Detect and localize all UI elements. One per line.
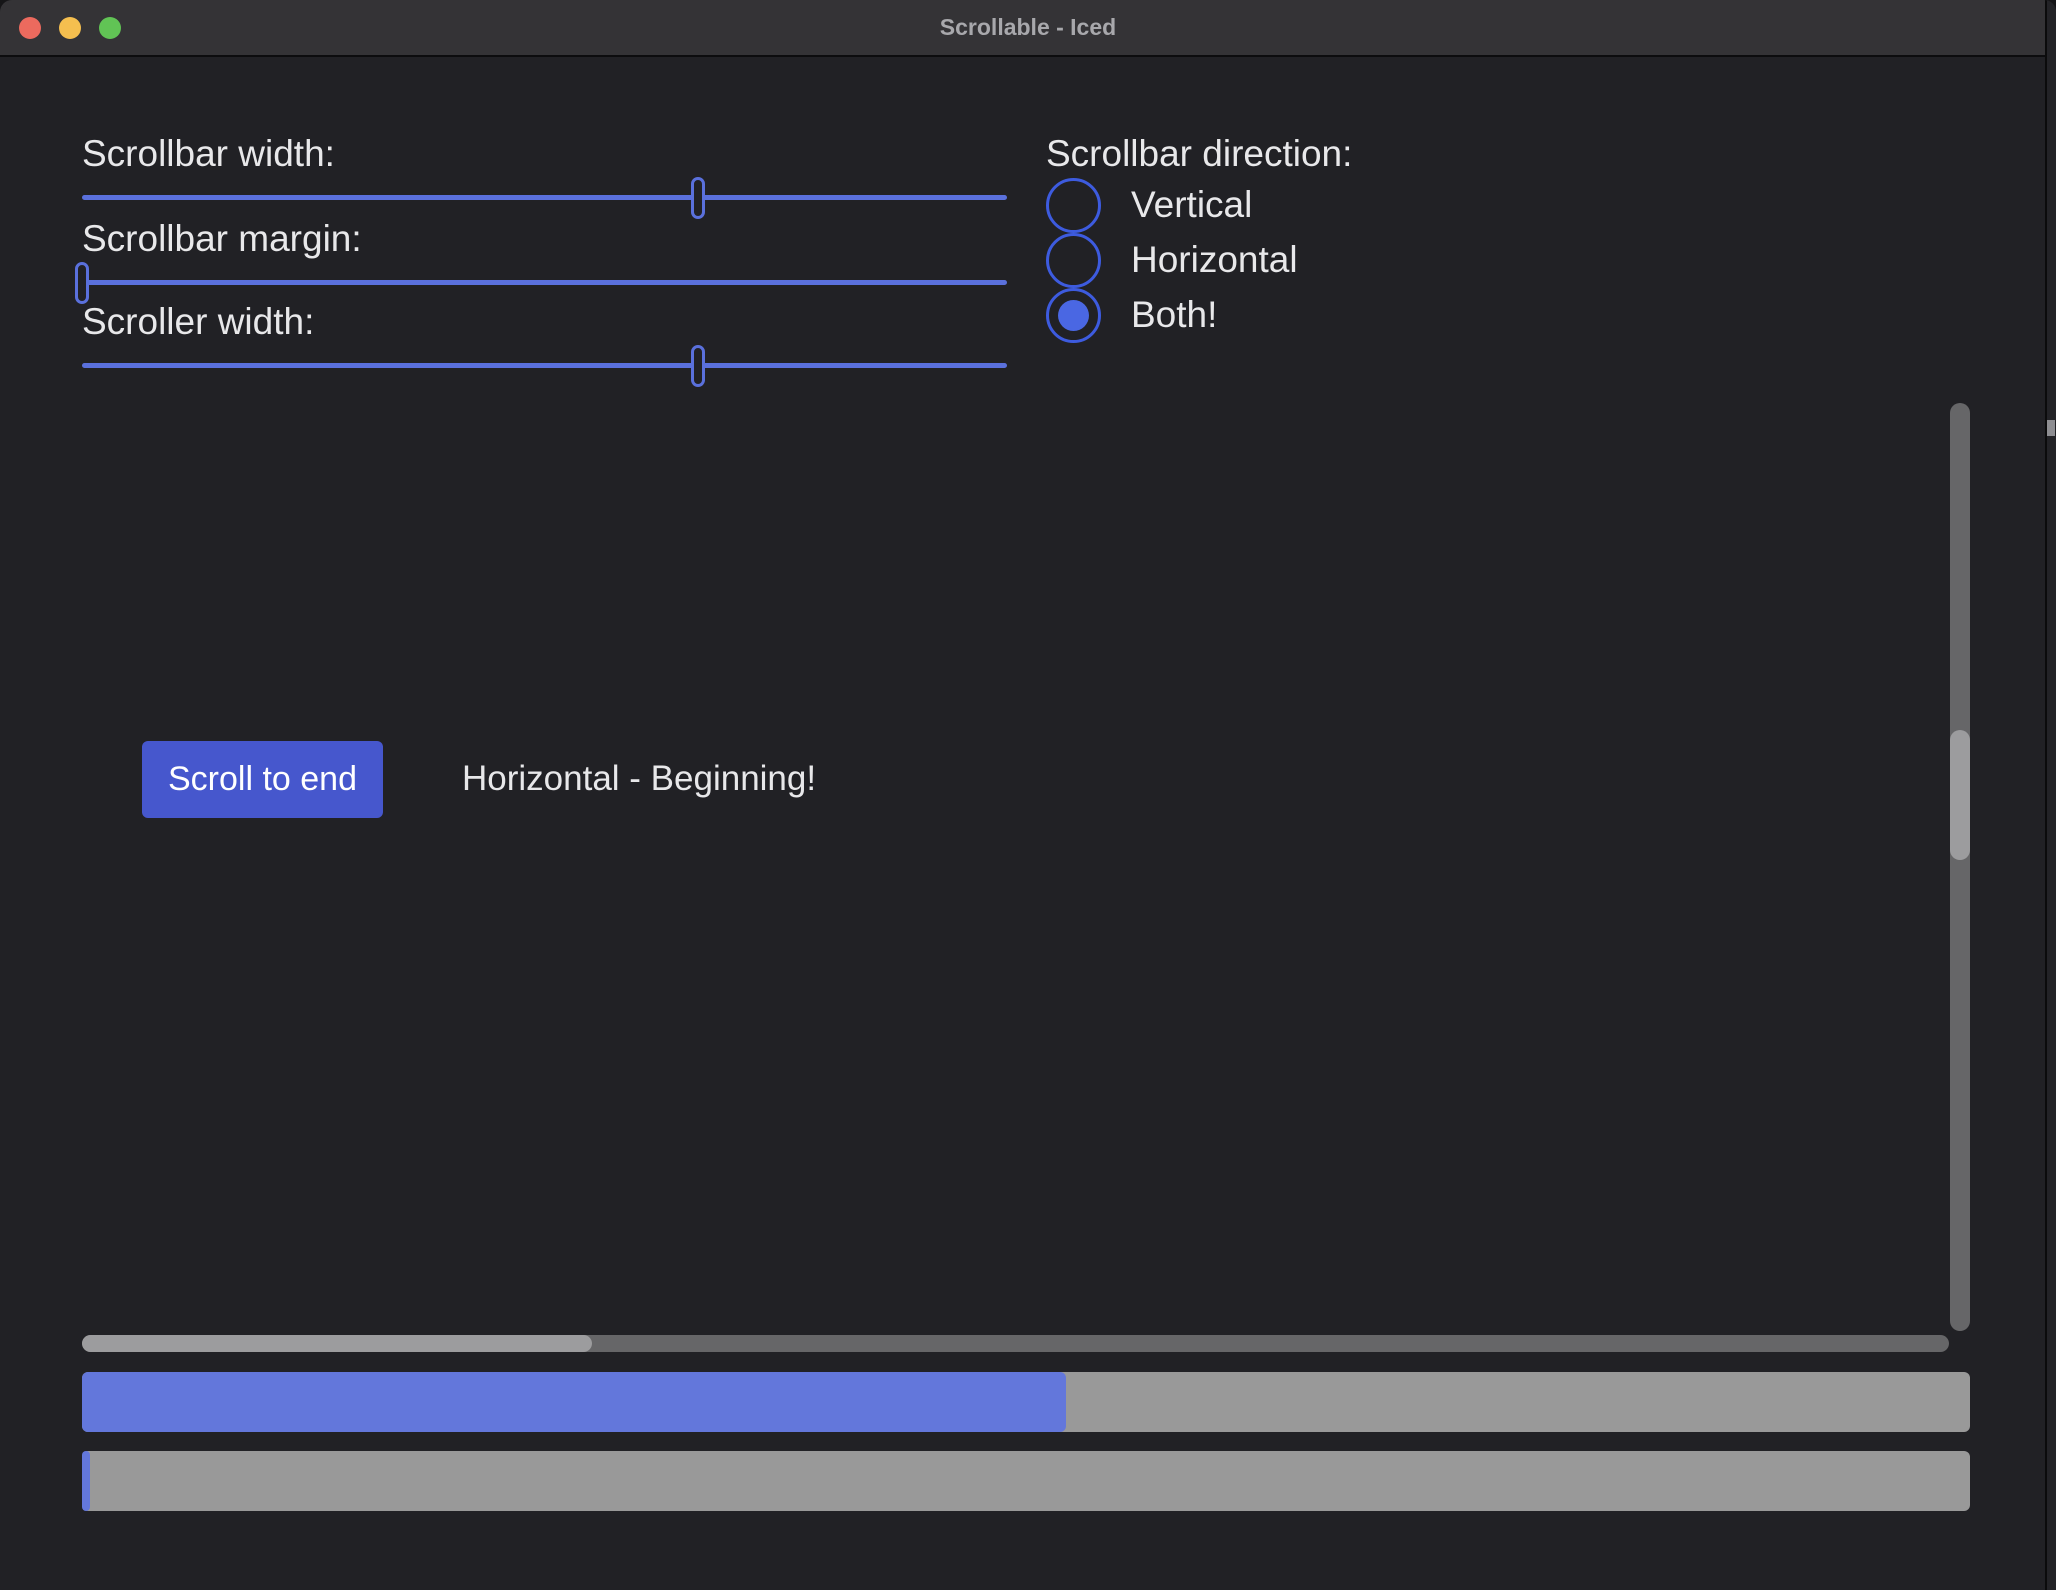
radio-label[interactable]: Vertical (1131, 184, 1252, 226)
scrollbar-direction-label: Scrollbar direction: (1046, 134, 1352, 174)
scrollbar-margin-label: Scrollbar margin: (82, 219, 362, 259)
progress-fill (82, 1372, 1066, 1432)
slider-rail[interactable] (82, 280, 1007, 285)
slider-handle[interactable] (75, 262, 89, 304)
radio-circle-icon[interactable] (1046, 288, 1101, 343)
window-right-edge (2045, 0, 2056, 1590)
slider-handle[interactable] (691, 177, 705, 219)
window-title: Scrollable - Iced (0, 0, 2056, 55)
app-window: Scrollable - Iced Scrollbar width: Scrol… (0, 0, 2056, 1590)
slider-handle[interactable] (691, 345, 705, 387)
radio-selected-dot (1058, 300, 1089, 331)
radio-circle-icon[interactable] (1046, 233, 1101, 288)
scrollbar-width-slider[interactable] (82, 195, 1007, 200)
progress-fill (82, 1451, 90, 1511)
radio-label[interactable]: Both! (1131, 294, 1217, 336)
radio-label[interactable]: Horizontal (1131, 239, 1298, 281)
radio-circle-icon[interactable] (1046, 178, 1101, 233)
scrollbar-margin-slider[interactable] (82, 280, 1007, 285)
titlebar: Scrollable - Iced (0, 0, 2056, 57)
scroll-status-text: Horizontal - Beginning! (462, 758, 816, 800)
radio-both[interactable]: Both! (1046, 287, 1217, 343)
background-window-sliver (2047, 420, 2055, 436)
horizontal-scrollbar-track[interactable] (82, 1335, 1949, 1352)
horizontal-scrollbar-thumb[interactable] (82, 1335, 592, 1352)
slider-rail[interactable] (82, 195, 1007, 200)
scroll-to-end-button[interactable]: Scroll to end (142, 741, 383, 818)
vertical-scrollbar-track[interactable] (1950, 403, 1970, 1331)
slider-rail[interactable] (82, 363, 1007, 368)
scrollbar-width-label: Scrollbar width: (82, 134, 335, 174)
radio-horizontal[interactable]: Horizontal (1046, 232, 1298, 288)
radio-vertical[interactable]: Vertical (1046, 177, 1252, 233)
vertical-progress-bar (82, 1451, 1970, 1511)
vertical-scrollbar-thumb[interactable] (1950, 730, 1970, 860)
scroller-width-label: Scroller width: (82, 302, 314, 342)
horizontal-progress-bar (82, 1372, 1970, 1432)
scroller-width-slider[interactable] (82, 363, 1007, 368)
